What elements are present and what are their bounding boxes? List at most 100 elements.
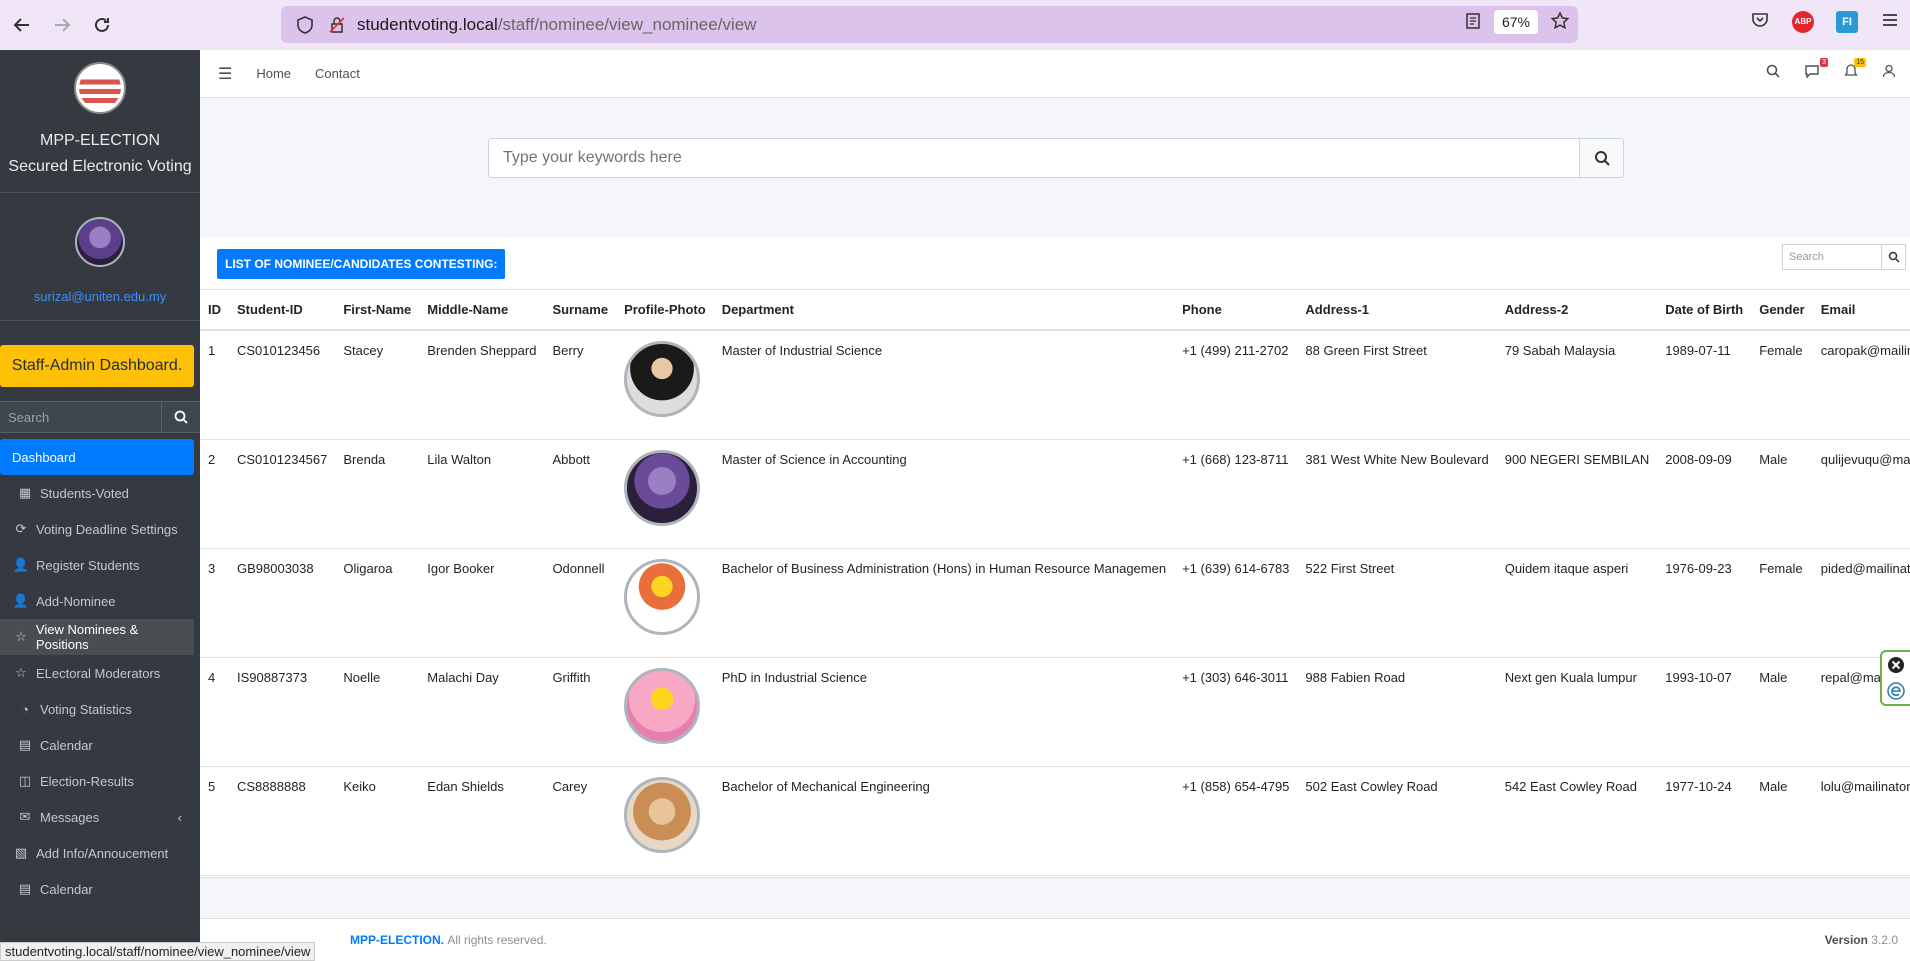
grid-icon: ▦	[18, 485, 32, 500]
col-department[interactable]: Department	[713, 290, 1175, 331]
cell-photo	[616, 330, 714, 440]
cell-address-2: Next gen Kuala lumpur	[1496, 657, 1658, 767]
col-phone[interactable]: Phone	[1174, 290, 1298, 331]
cell-first-name: Oligaroa	[335, 548, 420, 658]
nominee-list-title-button[interactable]: LIST OF NOMINEE/CANDIDATES CONTESTING:	[217, 249, 506, 279]
sidebar-item-add-info[interactable]: ▧ Add Info/Annoucement	[0, 835, 200, 871]
cell-address-2: Quidem itaque asperi	[1496, 548, 1658, 658]
shield-icon[interactable]	[293, 13, 317, 37]
close-circle-icon[interactable]	[1887, 656, 1905, 674]
table-row[interactable]: 4 IS90887373 Noelle Malachi Day Griffith…	[200, 657, 1910, 767]
cell-phone: +1 (303) 646-3011	[1174, 657, 1298, 767]
version-number: 3.2.0	[1871, 933, 1898, 947]
cell-phone: +1 (499) 211-2702	[1174, 330, 1298, 440]
col-id[interactable]: ID	[200, 290, 229, 331]
sidebar-search-input[interactable]: Search	[0, 402, 162, 432]
sidebar-search-button[interactable]	[162, 402, 200, 432]
table-row[interactable]: 2 CS0101234567 Brenda Lila Walton Abbott…	[200, 439, 1910, 549]
brand-line-2: Secured Electronic Voting	[8, 158, 192, 175]
pocket-icon[interactable]	[1750, 10, 1770, 33]
envelope-icon: ✉	[19, 809, 31, 824]
keyword-search-input[interactable]: Type your keywords here	[488, 138, 1580, 178]
nominee-table: ID Student-ID First-Name Middle-Name Sur…	[200, 290, 1910, 876]
sidebar-item-dashboard[interactable]: Dashboard	[0, 439, 194, 475]
user-profile-icon[interactable]	[1882, 64, 1896, 81]
brand-logo[interactable]	[74, 62, 126, 114]
notifications-icon[interactable]: 15	[1844, 58, 1866, 81]
sidebar-item-label: Messages	[40, 809, 100, 825]
cell-phone: +1 (639) 614-6783	[1174, 548, 1298, 658]
col-gender[interactable]: Gender	[1751, 290, 1813, 331]
navbar-search-icon[interactable]	[1766, 64, 1780, 81]
footer-rights: All rights reserved.	[447, 933, 547, 947]
col-address-1[interactable]: Address-1	[1297, 290, 1497, 331]
insecure-lock-icon[interactable]	[325, 13, 349, 37]
e-logo-icon[interactable]	[1887, 682, 1905, 700]
brand-title[interactable]: MPP-ELECTION Secured Electronic Voting	[0, 128, 200, 193]
col-email[interactable]: Email	[1812, 290, 1910, 331]
refresh-icon: ⟳	[15, 521, 27, 536]
table-row[interactable]: 1 CS010123456 Stacey Brenden Sheppard Be…	[200, 330, 1910, 440]
back-button[interactable]	[2, 5, 42, 45]
profile-photo[interactable]	[624, 449, 701, 526]
cell-department: Master of Industrial Science	[713, 330, 1175, 440]
bookmark-star-icon[interactable]	[1550, 10, 1570, 34]
sidebar-item-electoral-moderators[interactable]: ☆ ELectoral Moderators	[0, 655, 200, 691]
profile-photo[interactable]	[624, 341, 701, 417]
footer-brand[interactable]: MPP-ELECTION.	[350, 933, 444, 947]
address-bar[interactable]: studentvoting.local/staff/nominee/view_n…	[281, 6, 1578, 43]
sidebar-item-calendar[interactable]: ▤ Calendar	[0, 727, 200, 763]
profile-photo[interactable]	[624, 776, 701, 853]
staff-admin-dashboard-button[interactable]: Staff-Admin Dashboard.	[0, 345, 194, 387]
adblock-plus-icon[interactable]: ABP	[1792, 10, 1814, 33]
reload-button[interactable]	[82, 5, 122, 45]
col-middle-name[interactable]: Middle-Name	[419, 290, 545, 331]
profile-photo[interactable]	[624, 558, 701, 635]
sidebar-item-label: Dashboard	[12, 449, 76, 465]
extension-fi-icon[interactable]: FI	[1836, 10, 1858, 33]
cell-email: lolu@mailinator.com	[1812, 766, 1910, 876]
sidebar-item-voting-deadline[interactable]: ⟳ Voting Deadline Settings	[0, 511, 200, 547]
col-first-name[interactable]: First-Name	[335, 290, 420, 331]
cell-address-1: 522 First Street	[1297, 548, 1497, 658]
reload-icon	[95, 17, 109, 32]
sidebar-item-view-nominees[interactable]: ☆ View Nominees & Positions	[0, 619, 194, 655]
sidebar-toggle-icon[interactable]: ☰	[218, 64, 232, 84]
sidebar-menu: Dashboard ▦ Students-Voted ⟳ Voting Deadli…	[0, 439, 200, 907]
cell-address-2: 542 East Cowley Road	[1496, 766, 1658, 876]
messages-icon[interactable]: 3	[1804, 58, 1828, 81]
col-surname[interactable]: Surname	[544, 290, 617, 331]
col-dob[interactable]: Date of Birth	[1657, 290, 1752, 331]
col-address-2[interactable]: Address-2	[1496, 290, 1658, 331]
nav-home-link[interactable]: Home	[256, 66, 291, 81]
table-search-button[interactable]	[1882, 244, 1906, 270]
star-icon: ☆	[15, 629, 27, 644]
zoom-level[interactable]: 67%	[1493, 10, 1538, 34]
table-row[interactable]: 3 GB98003038 Oligaroa Igor Booker Odonne…	[200, 548, 1910, 658]
sidebar-item-students-voted[interactable]: ▦ Students-Voted	[0, 475, 200, 511]
col-profile-photo[interactable]: Profile-Photo	[616, 290, 714, 331]
nav-contact-link[interactable]: Contact	[315, 66, 360, 81]
sidebar-item-add-nominee[interactable]: 👤 Add-Nominee	[0, 583, 200, 619]
cell-student-id: IS90887373	[229, 657, 336, 767]
sidebar-item-messages[interactable]: ✉ Messages ‹	[0, 799, 200, 835]
table-search-input[interactable]: Search	[1782, 244, 1882, 270]
user-email-link[interactable]: surizal@uniten.edu.my	[0, 289, 200, 321]
sidebar-item-register-students[interactable]: 👤 Register Students	[0, 547, 200, 583]
user-avatar[interactable]	[75, 217, 125, 267]
forward-button[interactable]	[42, 5, 82, 45]
pie-chart-icon: ◔	[21, 701, 29, 717]
table-row[interactable]: 5 CS8888888 Keiko Edan Shields Carey Bac…	[200, 766, 1910, 876]
sidebar-item-label: Add Info/Annoucement	[36, 845, 169, 861]
keyword-search-button[interactable]	[1580, 138, 1624, 178]
search-icon	[174, 410, 188, 424]
reader-view-icon[interactable]	[1464, 12, 1482, 33]
cell-middle-name: Lila Walton	[419, 439, 545, 549]
col-student-id[interactable]: Student-ID	[229, 290, 336, 331]
sidebar-item-calendar-2[interactable]: ▤ Calendar	[0, 871, 200, 907]
sidebar-item-voting-statistics[interactable]: ◔ Voting Statistics	[0, 691, 200, 727]
sidebar-item-election-results[interactable]: ◫ Election-Results	[0, 763, 200, 799]
menu-hamburger-icon[interactable]	[1880, 10, 1900, 33]
profile-photo[interactable]	[624, 667, 701, 744]
star-icon: ☆	[15, 665, 27, 680]
